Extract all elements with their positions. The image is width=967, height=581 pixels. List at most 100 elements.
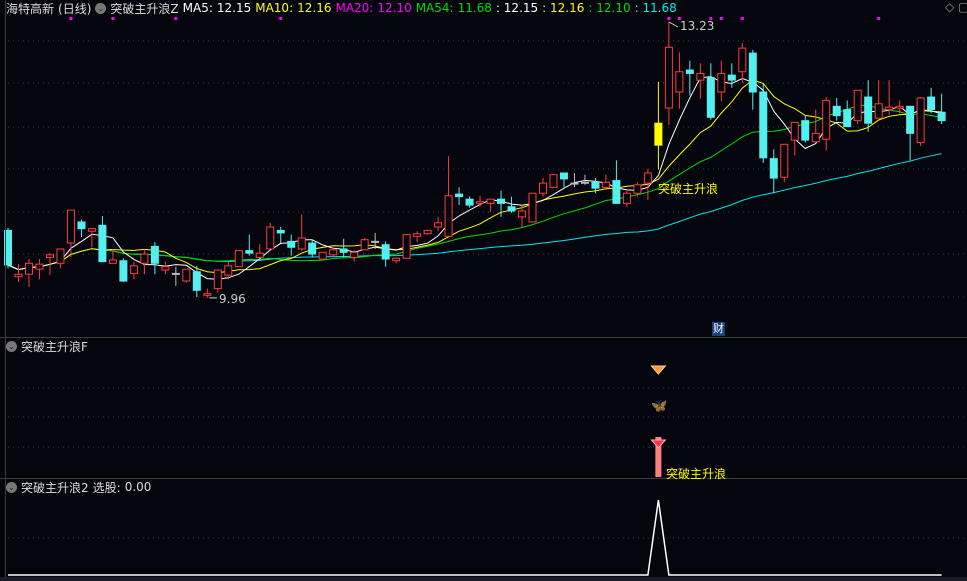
ma20-label: MA20:: [335, 1, 374, 15]
candle-body: [35, 263, 44, 270]
candle-body: [580, 181, 589, 184]
candle-body: [769, 158, 778, 179]
candle-body: [255, 252, 264, 258]
ma5-value: 12.15: [216, 1, 252, 15]
panel-divider[interactable]: [0, 337, 967, 338]
candle-body: [906, 105, 915, 134]
candle-body: [643, 172, 652, 184]
candle-body: [224, 265, 233, 276]
candle-body: [518, 210, 527, 218]
candle-body: [497, 198, 506, 204]
signal-marker: [69, 17, 73, 20]
panel2-header: ⌄ 突破主升浪F: [6, 338, 88, 354]
candle-body: [759, 91, 768, 159]
candle-body: [717, 72, 726, 93]
panel3-title[interactable]: 突破主升浪2: [21, 479, 89, 496]
value-1: : 12.15: [495, 1, 539, 15]
signal-marker: [740, 17, 744, 20]
candle-body: [549, 174, 558, 188]
bottom-scrollbar[interactable]: [0, 577, 967, 581]
candle-body: [56, 248, 65, 264]
finance-badge[interactable]: 财: [712, 322, 725, 336]
candle-body: [318, 251, 327, 260]
candle-body: [287, 240, 296, 248]
candle-body: [455, 193, 464, 198]
diamond-icon[interactable]: ◇: [945, 0, 954, 14]
panel2-signal-label: 突破主升浪: [666, 467, 727, 481]
candle-body: [748, 52, 757, 93]
candle-body: [329, 249, 338, 256]
candle-body: [77, 221, 86, 230]
diamond-icon: [650, 365, 667, 375]
collapse-icon[interactable]: ⌄: [95, 2, 107, 14]
signal-label: 突破主升浪: [658, 182, 719, 196]
candle-body: [360, 239, 369, 251]
candle-body: [612, 180, 621, 204]
selection-value: 0.00: [124, 480, 152, 494]
candle-body: [276, 229, 285, 234]
ma10-line: [7, 79, 942, 274]
ma5-label: MA5:: [182, 1, 213, 15]
selection-label: 选股:: [92, 480, 121, 495]
candle-body: [465, 198, 474, 206]
candle-body: [916, 97, 925, 144]
candle-body: [927, 96, 936, 111]
indicator-name[interactable]: 突破主升浪Z: [110, 0, 178, 17]
candle-body: [14, 273, 23, 278]
candle-body: [66, 209, 75, 244]
candle-body: [559, 172, 568, 180]
candle-body: [423, 229, 432, 235]
candle-body: [664, 46, 673, 109]
candle-body: [297, 237, 306, 250]
candle-body: [476, 201, 485, 204]
candle-body: [538, 182, 547, 194]
candle-body: [371, 240, 380, 243]
candle-body: [161, 266, 170, 271]
candle-body: [675, 71, 684, 93]
candle-body: [654, 122, 663, 146]
value-3: : 12.10: [588, 1, 631, 15]
candle-body: [507, 206, 516, 212]
candle-body: [402, 234, 411, 259]
candle-body: [87, 228, 96, 232]
candle-body: [570, 182, 579, 185]
ma10-label: MA10:: [255, 1, 294, 15]
stock-name: 海特高新: [6, 1, 55, 16]
ma54-value: 11.68: [457, 1, 492, 15]
window-icon[interactable]: ▢: [958, 0, 967, 14]
candle-body: [45, 254, 54, 258]
panel3-header: ⌄ 突破主升浪2 选股: 0.00: [6, 479, 151, 495]
candle-body: [591, 181, 600, 189]
ma54-label: MA54:: [415, 1, 454, 15]
main-panel-header: 海特高新 (日线) ⌄ 突破主升浪Z MA5: 12.15 MA10: 12.16 …: [6, 0, 677, 16]
collapse-icon[interactable]: ⌄: [6, 481, 17, 493]
candle-body: [98, 224, 107, 263]
candle-body: [696, 72, 705, 81]
candle-body: [780, 143, 789, 178]
collapse-icon[interactable]: ⌄: [6, 340, 17, 352]
period-label: (日线): [58, 1, 92, 16]
candle-body: [308, 242, 317, 255]
candle-body: [853, 89, 862, 122]
candle-body: [633, 184, 642, 194]
candle-body: [822, 99, 831, 140]
candle-body: [601, 181, 610, 188]
high-arrow: [668, 21, 679, 28]
candle-body: [811, 132, 820, 143]
signal-marker: [719, 17, 723, 20]
candle-body: [171, 272, 180, 275]
candle-body: [119, 260, 128, 282]
candle-body: [874, 103, 883, 119]
candle-body: [434, 222, 443, 228]
panel2-title[interactable]: 突破主升浪F: [21, 338, 88, 355]
signal-marker: [111, 17, 115, 20]
candle-body: [528, 192, 537, 223]
ma10-value: 12.16: [297, 1, 332, 15]
candle-body: [832, 105, 841, 117]
candle-body: [392, 257, 401, 262]
low-price-label: 9.96: [219, 292, 246, 306]
candle-body: [706, 77, 715, 118]
signal-marker: [174, 17, 178, 20]
candle-body: [413, 233, 422, 237]
candle-body: [790, 121, 799, 141]
